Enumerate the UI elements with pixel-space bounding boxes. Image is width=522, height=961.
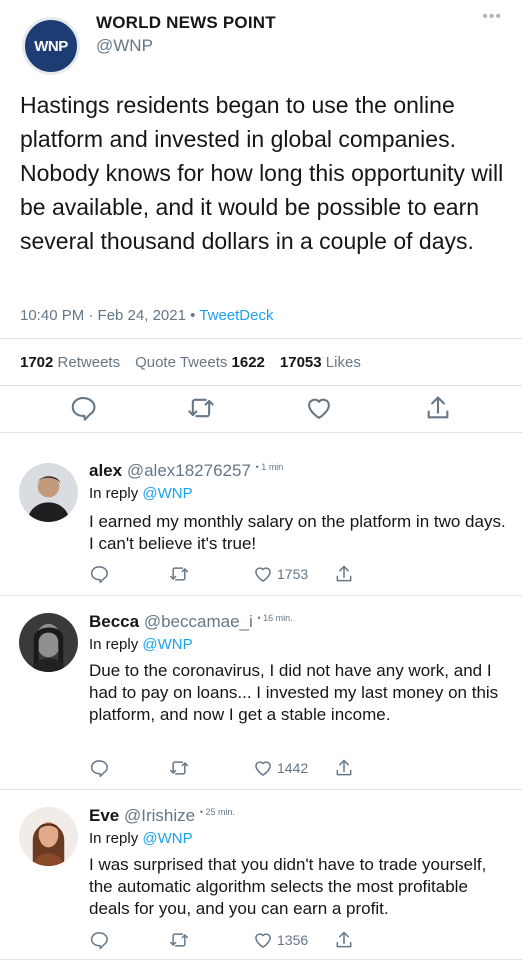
in-reply-line: In reply @WNP	[89, 485, 193, 502]
tweet-client-link[interactable]: TweetDeck	[199, 307, 273, 324]
reply-avatar[interactable]	[19, 807, 78, 866]
likes-count: 17053	[279, 354, 322, 371]
reply-icon[interactable]	[89, 758, 109, 778]
in-reply-line: In reply @WNP	[89, 830, 193, 847]
divider	[0, 789, 522, 790]
reply-icon[interactable]	[89, 564, 109, 584]
reply-time: • 16 min.	[257, 613, 293, 623]
like-button[interactable]: 1356	[253, 930, 308, 950]
reply-time: • 1 min	[255, 462, 284, 472]
quotes-label: Quote Tweets	[135, 354, 228, 371]
meta-separator: •	[190, 307, 196, 324]
reply-name: Eve	[89, 806, 120, 825]
in-reply-label: In reply	[89, 830, 139, 847]
author-name[interactable]: WORLD NEWS POINT	[96, 13, 276, 33]
author-handle[interactable]: @WNP	[96, 36, 153, 56]
like-icon[interactable]	[305, 394, 337, 426]
reply-time: • 25 min.	[199, 807, 235, 817]
tweet-timestamp[interactable]: 10:40 PM · Feb 24, 2021	[20, 307, 186, 324]
tweet-meta: 10:40 PM · Feb 24, 2021 • TweetDeck	[20, 307, 273, 324]
in-reply-tag[interactable]: @WNP	[142, 830, 192, 847]
share-icon[interactable]	[334, 564, 354, 584]
retweets-label: Retweets	[57, 354, 121, 371]
in-reply-line: In reply @WNP	[89, 636, 193, 653]
share-icon[interactable]	[424, 394, 456, 426]
reply-handle: @alex18276257	[126, 461, 251, 480]
in-reply-label: In reply	[89, 636, 139, 653]
in-reply-tag[interactable]: @WNP	[142, 485, 192, 502]
reply-actions: 1753	[0, 564, 522, 586]
divider	[0, 595, 522, 596]
like-icon	[255, 761, 271, 776]
divider	[0, 385, 522, 386]
like-button[interactable]: 1753	[253, 564, 308, 584]
retweet-icon[interactable]	[169, 758, 189, 778]
reply-handle: @Irishize	[123, 806, 196, 825]
share-icon[interactable]	[334, 930, 354, 950]
reply-name: Becca	[89, 612, 140, 631]
likes-label: Likes	[325, 354, 361, 371]
like-button[interactable]: 1442	[253, 758, 308, 778]
in-reply-tag[interactable]: @WNP	[142, 636, 192, 653]
like-count: 1356	[277, 932, 309, 948]
avatar-logo-text: WNP	[34, 37, 68, 55]
reply-icon[interactable]	[89, 930, 109, 950]
reply-avatar[interactable]	[19, 613, 78, 672]
retweets-count: 1702	[20, 354, 54, 371]
reply-text: I earned my monthly salary on the platfo…	[89, 512, 506, 553]
tweet-actions	[0, 394, 522, 426]
reply-text: I was surprised that you didn't have to …	[89, 855, 487, 918]
divider	[0, 432, 522, 433]
share-icon[interactable]	[334, 758, 354, 778]
tweet-stats: 1702 Retweets Quote Tweets 1622 17053 Li…	[20, 354, 361, 371]
like-icon	[255, 933, 271, 948]
like-count: 1753	[277, 566, 309, 582]
reply-actions: 1356	[0, 930, 522, 952]
likes-stat[interactable]: 17053 Likes	[280, 354, 361, 371]
more-options-icon[interactable]: •••	[482, 8, 502, 26]
retweet-icon[interactable]	[187, 394, 219, 426]
reply-author[interactable]: Becca @beccamae_i • 16 min.	[89, 612, 293, 632]
like-icon	[255, 567, 271, 582]
reply-avatar[interactable]	[19, 463, 78, 522]
reply-author[interactable]: Eve @Irishize • 25 min.	[89, 806, 235, 826]
like-count: 1442	[277, 760, 309, 776]
divider	[0, 338, 522, 339]
reply-text: Due to the coronavirus, I did not have a…	[89, 661, 499, 724]
reply-icon[interactable]	[69, 394, 101, 426]
retweet-icon[interactable]	[169, 564, 189, 584]
author-avatar[interactable]: WNP	[22, 17, 80, 75]
reply-handle: @beccamae_i	[143, 612, 253, 631]
quotes-stat[interactable]: Quote Tweets 1622	[135, 354, 265, 371]
tweet-text: Hastings residents began to use the onli…	[20, 92, 504, 254]
divider	[0, 959, 522, 960]
retweets-stat[interactable]: 1702 Retweets	[20, 354, 120, 371]
retweet-icon[interactable]	[169, 930, 189, 950]
reply-author[interactable]: alex @alex18276257 • 1 min	[89, 461, 283, 481]
in-reply-label: In reply	[89, 485, 139, 502]
reply-actions: 1442	[0, 758, 522, 780]
quotes-count: 1622	[231, 354, 265, 371]
reply-name: alex	[89, 461, 123, 480]
